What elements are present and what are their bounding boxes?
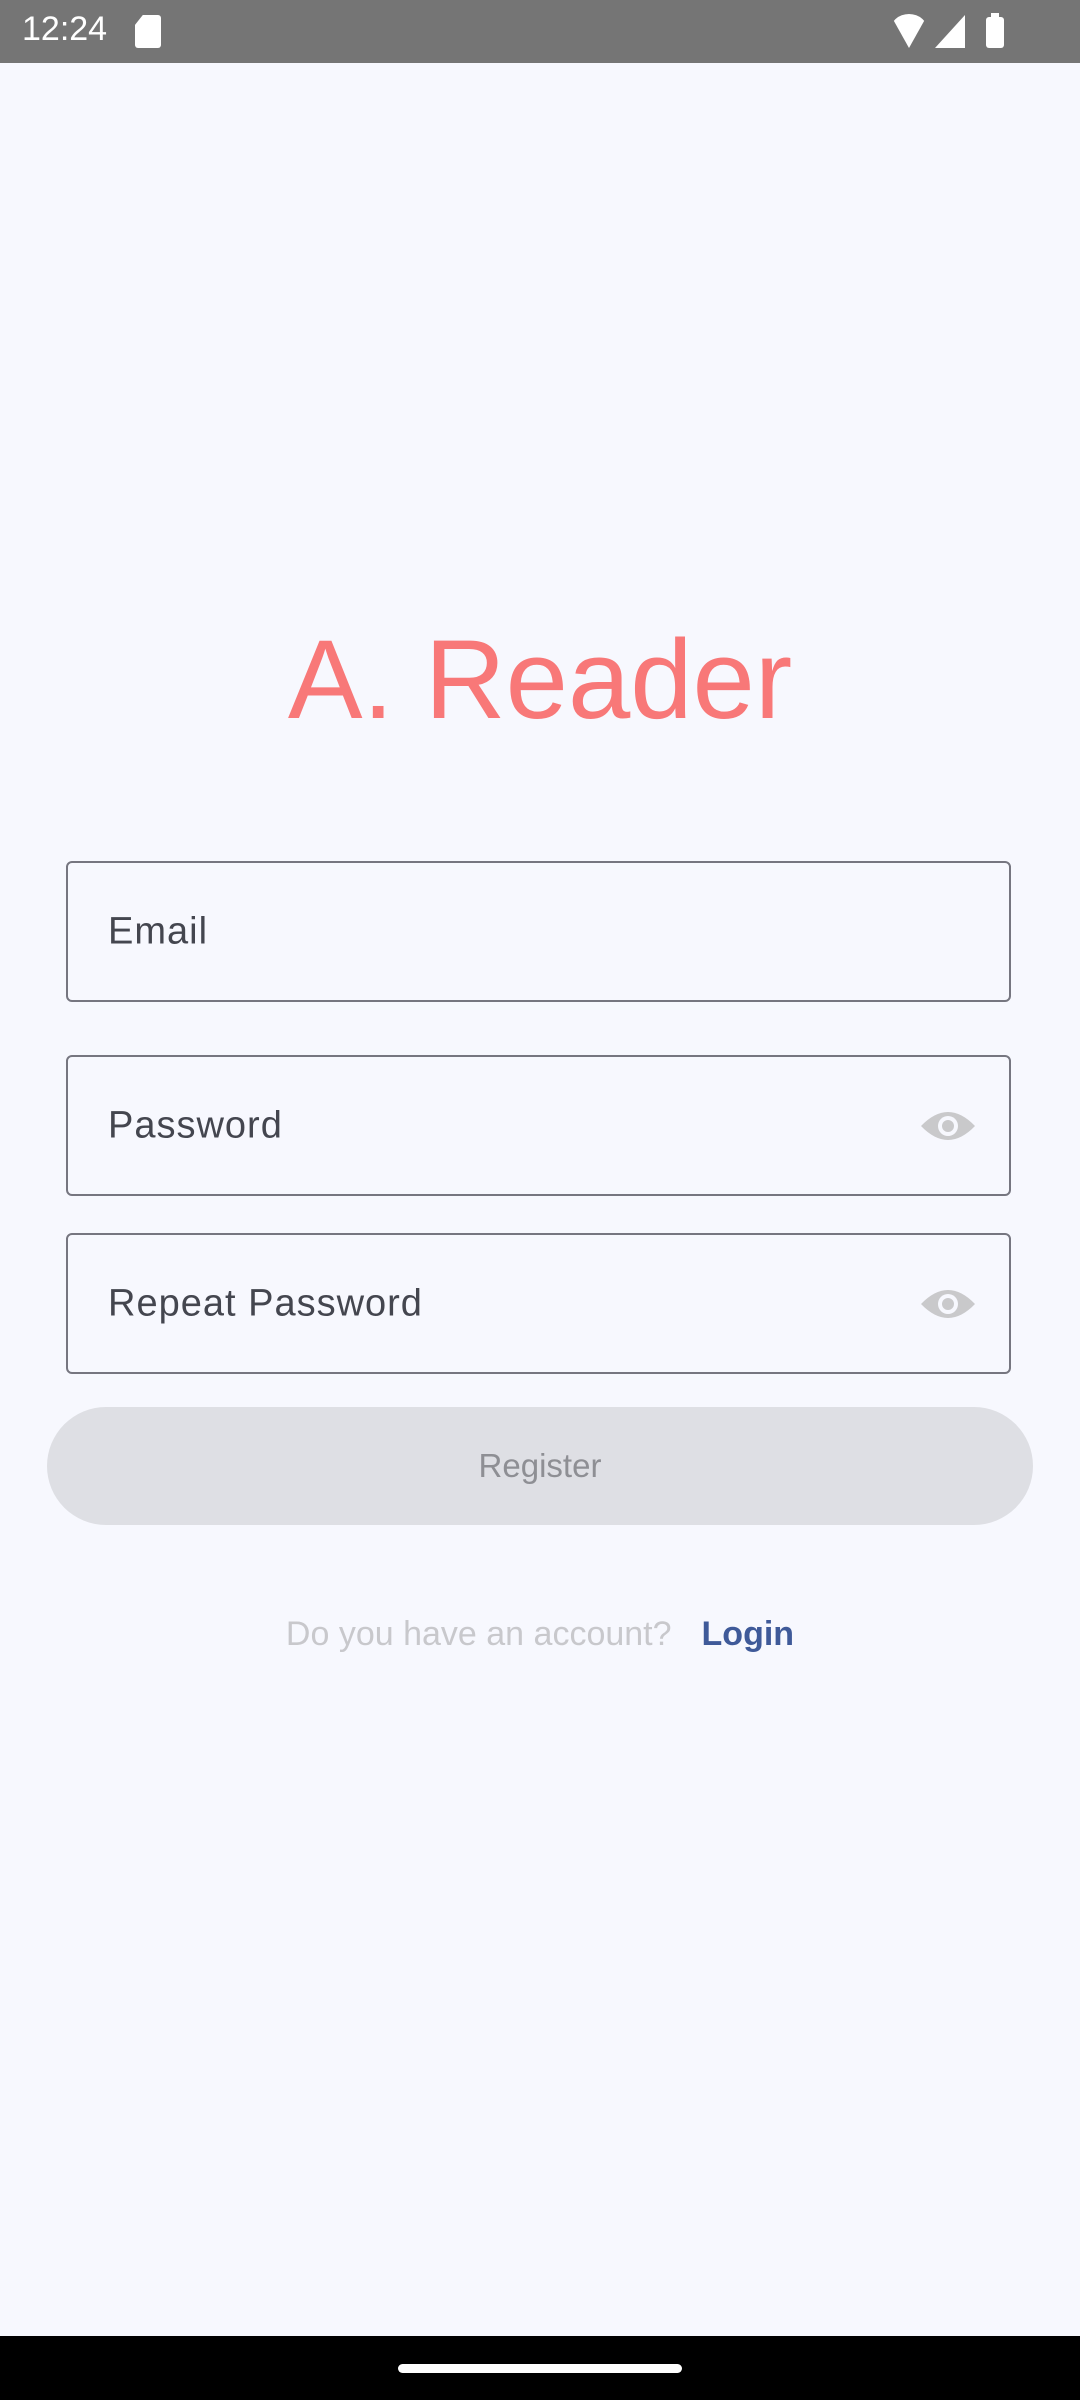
navigation-bar [0, 2336, 1080, 2400]
password-field[interactable]: Password [66, 1055, 1011, 1196]
wifi-icon [890, 14, 928, 48]
status-bar: 12:24 [0, 0, 1080, 63]
sd-card-icon [135, 15, 161, 48]
password-placeholder: Password [108, 1104, 283, 1146]
cell-signal-icon [935, 15, 965, 48]
register-button[interactable]: Register [47, 1407, 1033, 1525]
status-time: 12:24 [22, 10, 108, 48]
home-handle[interactable] [398, 2364, 682, 2373]
repeat-password-placeholder: Repeat Password [108, 1282, 423, 1324]
battery-icon [986, 13, 1004, 48]
repeat-password-field[interactable]: Repeat Password [66, 1233, 1011, 1374]
email-field[interactable]: Email [66, 861, 1011, 1002]
eye-icon[interactable] [919, 1108, 977, 1144]
login-prompt: Do you have an account? Login [0, 1615, 1080, 1654]
email-placeholder: Email [108, 910, 209, 952]
eye-icon[interactable] [919, 1286, 977, 1322]
app-title: A. Reader [287, 617, 793, 742]
account-question: Do you have an account? [285, 1615, 672, 1653]
login-link[interactable]: Login [702, 1615, 795, 1653]
